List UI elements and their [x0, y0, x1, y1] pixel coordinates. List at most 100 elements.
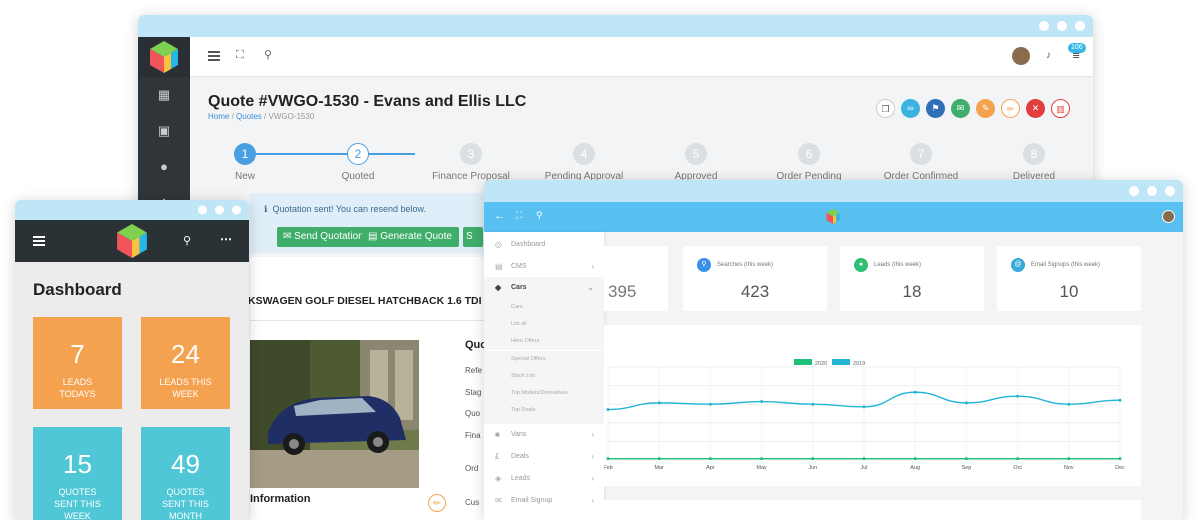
window-dot[interactable]: [1075, 21, 1085, 31]
dashboard-icon: ◎: [495, 240, 502, 249]
tile-quotes-month[interactable]: 49 QUOTES SENT THIS MONTH: [141, 427, 230, 520]
window-dot[interactable]: [1057, 21, 1067, 31]
legend-swatch-2019: [832, 359, 850, 365]
copy-icon[interactable]: ❐: [876, 99, 895, 118]
tile-quotes-week[interactable]: 15 QUOTES SENT THIS WEEK: [33, 427, 122, 520]
window-dot[interactable]: [1039, 21, 1049, 31]
dashboard-icon[interactable]: ▦: [157, 88, 171, 101]
submenu-item-cars[interactable]: Cars: [484, 299, 604, 316]
window-titlebar: [484, 180, 1183, 202]
flag-icon[interactable]: ⚑: [926, 99, 945, 118]
avatar[interactable]: [1162, 210, 1175, 223]
menu-item-cars[interactable]: ◆ Cars ⌄: [484, 277, 604, 299]
submenu-item-top-models[interactable]: Top Models/Derivatives: [484, 385, 604, 402]
menu-item-deals[interactable]: £ Deals ›: [484, 446, 604, 468]
quote-row-label: Fina: [465, 431, 481, 440]
menu-item-dashboard[interactable]: ◎ Dashboard: [484, 234, 604, 256]
hamburger-menu-icon[interactable]: [208, 51, 220, 61]
step-order-pending[interactable]: 6 Order Pending: [754, 143, 864, 182]
document-icon: ▤: [495, 262, 503, 271]
step-delivered[interactable]: 8 Delivered: [979, 143, 1089, 182]
fullscreen-icon[interactable]: ⛶: [236, 49, 244, 62]
side-menu: ◎ Dashboard ▤ CMS › ◆ Cars ⌄ Cars List all He…: [484, 232, 604, 520]
step-approved[interactable]: 5 Approved: [641, 143, 751, 182]
quote-row-label: Cus: [465, 498, 480, 507]
chevron-right-icon: ›: [591, 496, 594, 505]
close-icon[interactable]: ✕: [1026, 99, 1045, 118]
window-dot[interactable]: [1147, 186, 1157, 196]
admin-window: ← ⛶ ⚲ ◎ Dashboard ▤ CMS › ◆ Cars ⌄ Cars List …: [484, 180, 1183, 520]
submenu-item-hero-offers[interactable]: Hero Offers: [484, 333, 604, 350]
stat-card-searches[interactable]: ⚲ Searches (this week) 423: [683, 246, 827, 311]
x-tick-Jul: Jul: [860, 465, 867, 471]
data-point-2020-Feb: [606, 457, 610, 461]
data-point-2019-Dec: [1118, 398, 1122, 402]
tile-leads-week[interactable]: 24 LEADS THIS WEEK: [141, 317, 230, 409]
window-dot[interactable]: [1165, 186, 1175, 196]
brand-logo: [826, 209, 840, 224]
users-icon[interactable]: ●: [157, 160, 171, 173]
pencil-icon[interactable]: ✏: [1001, 99, 1020, 118]
trash-icon[interactable]: ▥: [1051, 99, 1070, 118]
window-dot[interactable]: [1129, 186, 1139, 196]
tile-leads-today[interactable]: 7 LEADS TODAYS: [33, 317, 122, 409]
legend-label-2020: 2020: [815, 361, 827, 367]
send-quotation-button[interactable]: ✉ Send Quotation: [277, 227, 370, 247]
back-arrow-icon[interactable]: ←: [494, 210, 505, 222]
stat-card-email-signups[interactable]: @ Email Signups (this week) 10: [997, 246, 1141, 311]
generate-quote-pdf-button[interactable]: ▤ Generate Quote PDF: [362, 227, 459, 247]
data-point-2019-Nov: [1067, 402, 1071, 406]
avatar[interactable]: [1012, 47, 1030, 65]
menu-item-email-signup[interactable]: ✉ Email Signup ›: [484, 490, 604, 512]
step-order-confirmed[interactable]: 7 Order Confirmed: [866, 143, 976, 182]
data-point-2019-Sep: [964, 401, 968, 405]
menu-item-vans[interactable]: ■ Vans ›: [484, 424, 604, 446]
submenu-item-top-deals[interactable]: Top Deals: [484, 402, 604, 424]
window-dot[interactable]: [198, 205, 207, 215]
data-point-2019-Aug: [913, 390, 917, 394]
envelope-icon[interactable]: ✉: [951, 99, 970, 118]
bell-icon[interactable]: ♪: [1046, 50, 1051, 61]
submenu-item-special-offers[interactable]: Special Offers: [484, 351, 604, 368]
bottom-panel: [604, 500, 1141, 520]
contact-card-icon[interactable]: ▣: [157, 124, 171, 137]
step-pending-approval[interactable]: 4 Pending Approval: [529, 143, 639, 182]
pencil-icon[interactable]: ✏: [428, 494, 446, 512]
alert-message: ℹ Quotation sent! You can resend below.: [264, 204, 427, 214]
quote-row-label: Stag: [465, 388, 482, 397]
data-point-2020-Jun: [811, 457, 815, 461]
search-icon[interactable]: ⚲: [183, 234, 191, 247]
hamburger-menu-icon[interactable]: [33, 236, 45, 246]
stat-card-visits[interactable]: 395: [604, 246, 668, 311]
edit-icon[interactable]: ✎: [976, 99, 995, 118]
data-point-2020-Sep: [964, 457, 968, 461]
step-new[interactable]: 1 New: [190, 143, 300, 182]
data-point-2020-Nov: [1067, 457, 1071, 461]
submenu-item-stock-list[interactable]: Stock List: [484, 368, 604, 385]
data-point-2020-Mar: [657, 457, 661, 461]
step-finance-proposal[interactable]: 3 Finance Proposal: [416, 143, 526, 182]
at-icon: @: [1011, 258, 1025, 272]
breadcrumb-home[interactable]: Home: [208, 112, 229, 121]
step-quoted[interactable]: 2 Quoted: [303, 143, 413, 182]
stat-card-leads[interactable]: ● Leads (this week) 18: [840, 246, 984, 311]
breadcrumb: Home / Quotes / VWGO-1530: [208, 112, 315, 121]
submenu-item-list-all[interactable]: List all: [484, 316, 604, 333]
third-action-button[interactable]: S: [463, 227, 483, 247]
data-point-2019-Mar: [657, 401, 661, 405]
data-point-2020-May: [760, 457, 764, 461]
search-icon[interactable]: ⚲: [264, 48, 272, 61]
menu-item-cms[interactable]: ▤ CMS ›: [484, 256, 604, 278]
menu-item-leads[interactable]: ◈ Leads ›: [484, 468, 604, 490]
van-icon: ■: [495, 430, 500, 439]
top-bar: ⚲ ⋯: [15, 220, 249, 262]
legend-label-2019: 2019: [853, 361, 865, 367]
link-icon[interactable]: ∞: [901, 99, 920, 118]
search-icon[interactable]: ⚲: [536, 210, 543, 221]
fullscreen-icon[interactable]: ⛶: [516, 210, 522, 221]
breadcrumb-quotes[interactable]: Quotes: [236, 112, 262, 121]
page-title: Dashboard: [33, 280, 122, 299]
window-dot[interactable]: [215, 205, 224, 215]
more-icon[interactable]: ⋯: [220, 232, 232, 246]
window-dot[interactable]: [232, 205, 241, 215]
